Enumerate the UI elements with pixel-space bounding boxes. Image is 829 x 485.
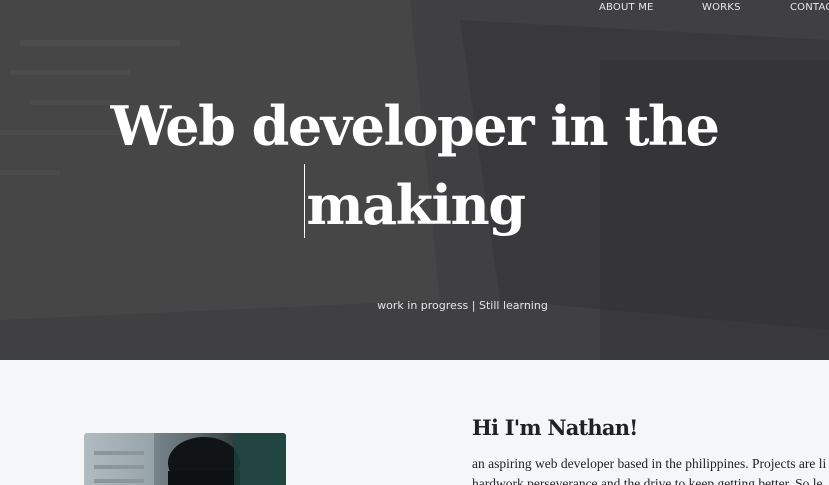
profile-photo: [84, 433, 286, 485]
hero-section: ABOUT ME WORKS CONTAC Web developer in t…: [0, 0, 829, 360]
about-paragraph-line-1: an aspiring web developer based in the p…: [472, 456, 827, 471]
hero-title-line-1: Web developer in the: [110, 94, 720, 158]
about-paragraph-line-2: hardwork perseverance and the drive to k…: [472, 476, 823, 485]
hero-title: Web developer in the making: [0, 88, 829, 243]
nav-link-contact[interactable]: CONTAC: [790, 2, 829, 13]
hero-title-line-2-wrapper: making: [0, 164, 829, 243]
nav-link-about-me[interactable]: ABOUT ME: [599, 2, 654, 13]
about-paragraph: an aspiring web developer based in the p…: [472, 454, 829, 485]
about-section: Hi I'm Nathan! an aspiring web developer…: [0, 360, 829, 485]
hero-title-line-2: making: [306, 173, 526, 237]
about-heading: Hi I'm Nathan!: [472, 415, 638, 440]
hero-subtitle: work in progress | Still learning: [377, 299, 548, 312]
profile-photo-image: [84, 433, 286, 485]
nav-link-works[interactable]: WORKS: [702, 2, 741, 13]
